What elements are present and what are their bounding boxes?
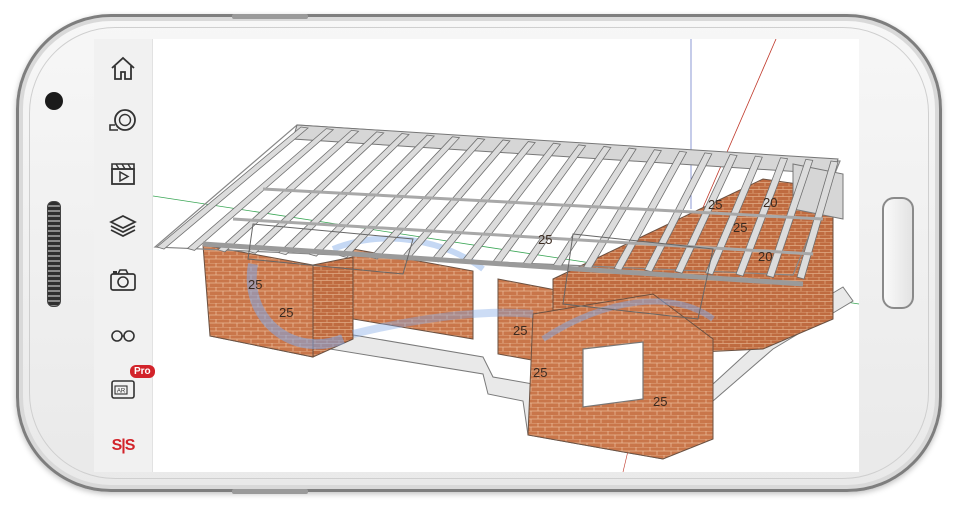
glasses-icon xyxy=(111,330,135,342)
wall-thickness-label: 25 xyxy=(513,323,527,338)
view-button[interactable] xyxy=(104,317,142,351)
wall-thickness-label: 25 xyxy=(279,305,293,320)
home-hardware-button[interactable] xyxy=(882,197,914,309)
side-toolbar: AR Pro S|S xyxy=(94,39,155,472)
layers-icon xyxy=(109,215,137,237)
window-opening xyxy=(582,341,644,408)
ar-label: AR xyxy=(117,389,126,395)
camera-icon xyxy=(110,269,136,291)
video-button[interactable] xyxy=(104,156,142,190)
volume-button xyxy=(232,14,308,19)
rafter xyxy=(186,128,335,251)
ar-button[interactable]: AR Pro xyxy=(104,365,155,405)
building-model[interactable]: 25 25 25 25 25 25 20 20 25 25 xyxy=(152,39,859,472)
home-button[interactable] xyxy=(104,51,142,85)
3d-viewport[interactable]: 25 25 25 25 25 25 20 20 25 25 xyxy=(152,39,859,472)
layers-button[interactable] xyxy=(104,209,142,243)
clapperboard-icon xyxy=(111,163,135,185)
pro-badge: Pro xyxy=(130,365,155,378)
measure-button[interactable] xyxy=(104,103,142,137)
wall-thickness-label: 25 xyxy=(533,365,547,380)
wall-thickness-label: 25 xyxy=(708,197,722,212)
wall-thickness-label: 20 xyxy=(763,195,777,210)
wall-thickness-label: 25 xyxy=(733,220,747,235)
home-icon xyxy=(111,56,135,80)
power-button xyxy=(232,489,308,494)
brand-logo: S|S xyxy=(111,437,136,454)
app-screen: AR Pro S|S 25 25 25 25 25 25 20 20 25 25 xyxy=(94,39,859,472)
wall-thickness-label: 25 xyxy=(248,277,262,292)
camera-button[interactable] xyxy=(104,263,142,297)
wall-thickness-label: 25 xyxy=(538,232,552,247)
front-camera xyxy=(45,92,63,110)
tape-measure-icon xyxy=(109,109,136,131)
wall-thickness-label: 25 xyxy=(653,394,667,409)
wall-thickness-label: 20 xyxy=(758,249,772,264)
speaker-grille xyxy=(47,201,61,307)
rafter xyxy=(156,126,309,250)
